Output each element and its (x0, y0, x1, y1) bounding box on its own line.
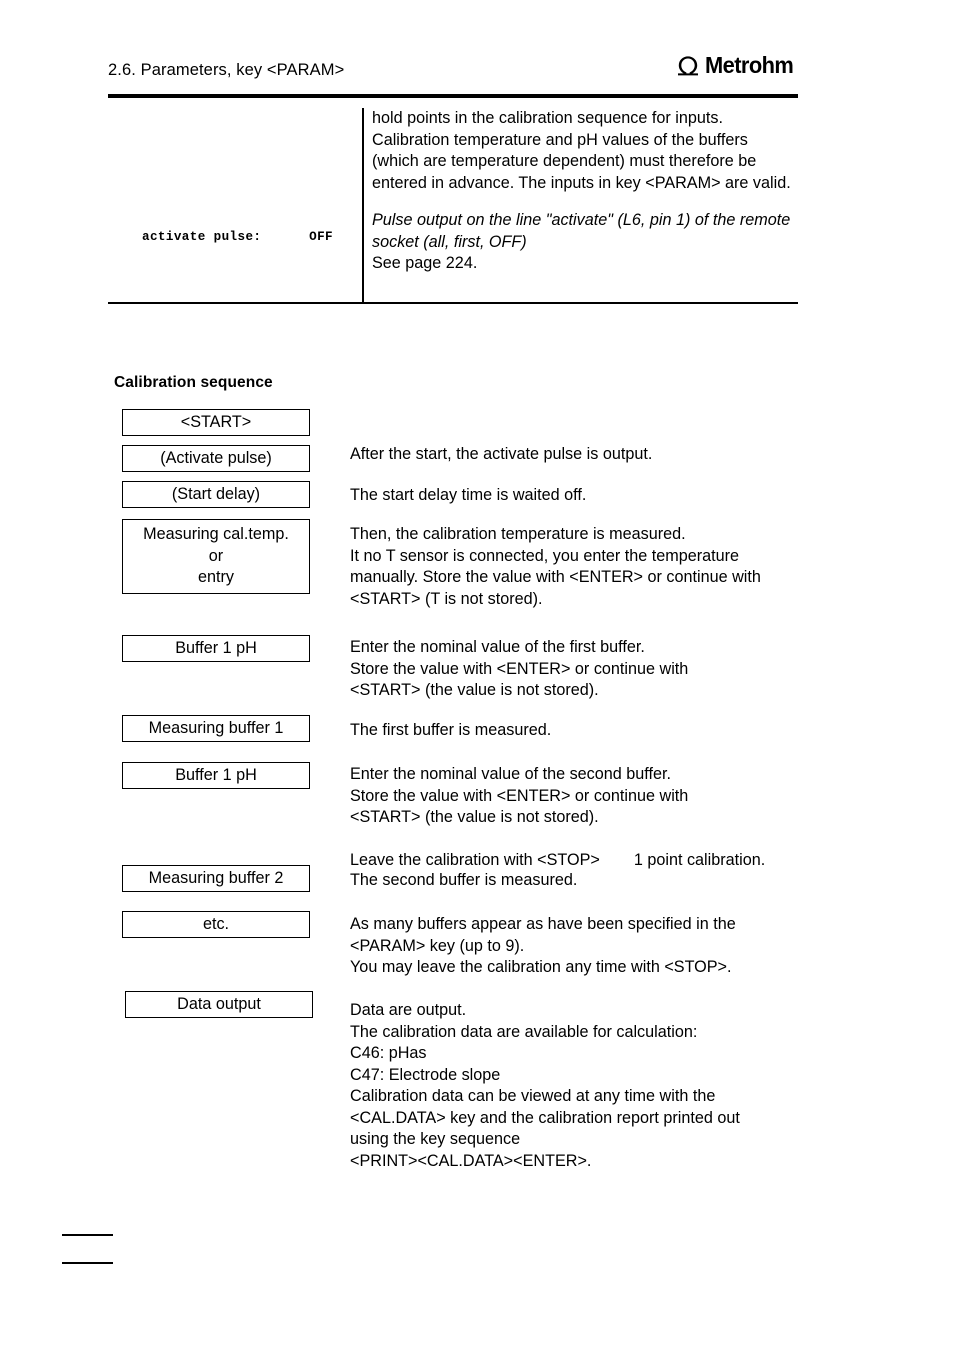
flow-box-buffer-1-ph-first: Buffer 1 pH (122, 635, 310, 662)
flow-box-start: <START> (122, 409, 310, 436)
flow-box-label: Buffer 1 pH (175, 638, 257, 657)
flow-box-buffer-1-ph-second: Buffer 1 pH (122, 762, 310, 789)
flow-box-label: (Activate pulse) (160, 448, 272, 467)
flow-box-start-delay: (Start delay) (122, 481, 310, 508)
footer-rule-top (62, 1234, 113, 1237)
flow-box-label: (Start delay) (171, 484, 261, 503)
flow-box-etc: etc. (122, 911, 310, 938)
flow-note-data-output: Data are output. The calibration data ar… (350, 1001, 740, 1170)
leave-calibration-text: Leave the calibration with <STOP> (350, 850, 600, 869)
flow-box-label: Buffer 1 pH (175, 765, 257, 784)
flow-box-label-line-2: or (208, 546, 224, 565)
flow-note-leave-calibration: Leave the calibration with <STOP> 1 point… (350, 828, 798, 871)
footer-rule-bottom (62, 1262, 113, 1265)
flow-box-data-output: Data output (125, 991, 313, 1018)
flow-box-label-line-3: entry (198, 568, 234, 587)
flow-note-measuring-buffer-1: The first buffer is measured. (350, 721, 552, 739)
flow-note-etc: As many buffers appear as have been spec… (350, 915, 736, 976)
flow-box-measuring-buffer-2: Measuring buffer 2 (122, 865, 310, 892)
flow-note-buffer-1-ph-first: Enter the nominal value of the first buf… (350, 638, 689, 699)
flow-box-label: Measuring buffer 2 (148, 868, 284, 887)
flow-note-start-delay: The start delay time is waited off. (350, 486, 587, 504)
flow-box-label: Measuring buffer 1 (148, 718, 284, 737)
flow-note-activate-pulse: After the start, the activate pulse is o… (350, 445, 653, 463)
flow-note-measuring-buffer-2: The second buffer is measured. (350, 871, 578, 889)
flow-box-activate-pulse: (Activate pulse) (122, 445, 310, 472)
calibration-flow-diagram: <START> (Activate pulse) After the start… (0, 0, 954, 1351)
flow-box-label: etc. (202, 914, 230, 933)
flow-box-measuring-cal-temp: Measuring cal.temp. or entry (122, 519, 310, 594)
flow-box-measuring-buffer-1: Measuring buffer 1 (122, 715, 310, 742)
one-point-calibration-text: 1 point calibration. (633, 850, 766, 869)
flow-box-label: Data output (177, 994, 261, 1013)
flow-note-measuring-cal-temp: Then, the calibration temperature is mea… (350, 525, 761, 608)
flow-note-buffer-1-ph-second: Enter the nominal value of the second bu… (350, 765, 689, 826)
flow-box-label-line-1: Measuring cal.temp. (143, 525, 289, 544)
flow-box-label: <START> (180, 412, 252, 431)
